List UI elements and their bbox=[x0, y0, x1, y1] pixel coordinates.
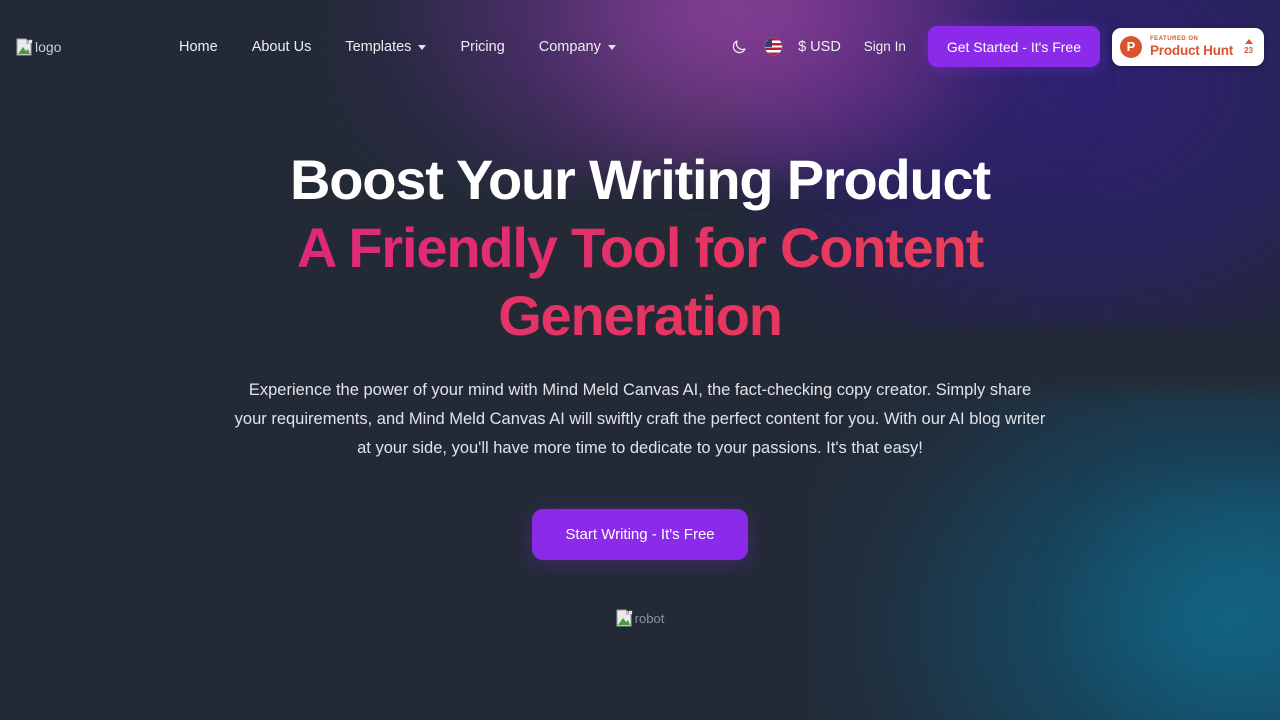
nav-item-home[interactable]: Home bbox=[162, 39, 235, 55]
broken-image-icon bbox=[16, 38, 33, 55]
nav-label: Templates bbox=[345, 38, 412, 55]
product-hunt-upvote[interactable]: 23 bbox=[1244, 38, 1253, 55]
robot-alt-text: robot bbox=[634, 610, 665, 626]
product-hunt-badge[interactable]: P FEATURED ON Product Hunt 23 bbox=[1112, 27, 1264, 66]
page-title: Boost Your Writing Product A Friendly To… bbox=[0, 146, 1280, 350]
nav-item-company[interactable]: Company bbox=[522, 39, 633, 55]
currency-selector[interactable]: $ USD bbox=[790, 39, 851, 55]
start-writing-button[interactable]: Start Writing - It's Free bbox=[532, 509, 748, 560]
theme-toggle-button[interactable] bbox=[722, 30, 756, 64]
nav-label: Pricing bbox=[460, 38, 505, 55]
nav-item-templates[interactable]: Templates bbox=[328, 39, 443, 55]
hero-title-line-2: A Friendly Tool for Content bbox=[0, 214, 1280, 282]
logo[interactable]: logo bbox=[16, 38, 162, 56]
logo-alt-text: logo bbox=[35, 38, 62, 55]
product-hunt-logo-icon: P bbox=[1120, 35, 1142, 58]
upvote-count: 23 bbox=[1244, 45, 1253, 55]
get-started-button[interactable]: Get Started - It's Free bbox=[927, 26, 1100, 67]
moon-icon bbox=[732, 40, 746, 54]
sign-in-link[interactable]: Sign In bbox=[851, 39, 919, 54]
site-header: logo Home About Us Templates Pricing Com… bbox=[0, 0, 1280, 93]
broken-image-icon bbox=[616, 609, 633, 627]
nav-label: Company bbox=[538, 38, 601, 55]
main-navigation: Home About Us Templates Pricing Company bbox=[162, 39, 633, 55]
hero-illustration: robot bbox=[0, 609, 1280, 627]
hero-title-line-3: Generation bbox=[0, 282, 1280, 350]
hero-title-line-1: Boost Your Writing Product bbox=[290, 148, 991, 211]
header-actions: $ USD Sign In Get Started - It's Free P … bbox=[722, 26, 1264, 67]
hero-subtitle: Experience the power of your mind with M… bbox=[234, 381, 1046, 457]
nav-label: Home bbox=[179, 38, 218, 55]
upvote-arrow-icon bbox=[1244, 38, 1253, 44]
product-hunt-featured-label: FEATURED ON bbox=[1150, 35, 1199, 42]
us-flag-icon bbox=[764, 38, 782, 55]
product-hunt-name: Product Hunt bbox=[1150, 42, 1234, 58]
hero-section: Boost Your Writing Product A Friendly To… bbox=[0, 93, 1280, 627]
logo-broken-image: logo bbox=[16, 38, 61, 56]
chevron-down-icon bbox=[607, 45, 616, 50]
hero-cta-container: Start Writing - It's Free bbox=[0, 509, 1280, 560]
nav-label: About Us bbox=[251, 38, 312, 55]
robot-broken-image: robot bbox=[616, 609, 665, 627]
language-selector-button[interactable] bbox=[756, 30, 790, 64]
product-hunt-text: FEATURED ON Product Hunt bbox=[1150, 36, 1233, 58]
chevron-down-icon bbox=[418, 45, 427, 50]
nav-item-pricing[interactable]: Pricing bbox=[443, 39, 521, 55]
nav-item-about-us[interactable]: About Us bbox=[235, 39, 329, 55]
